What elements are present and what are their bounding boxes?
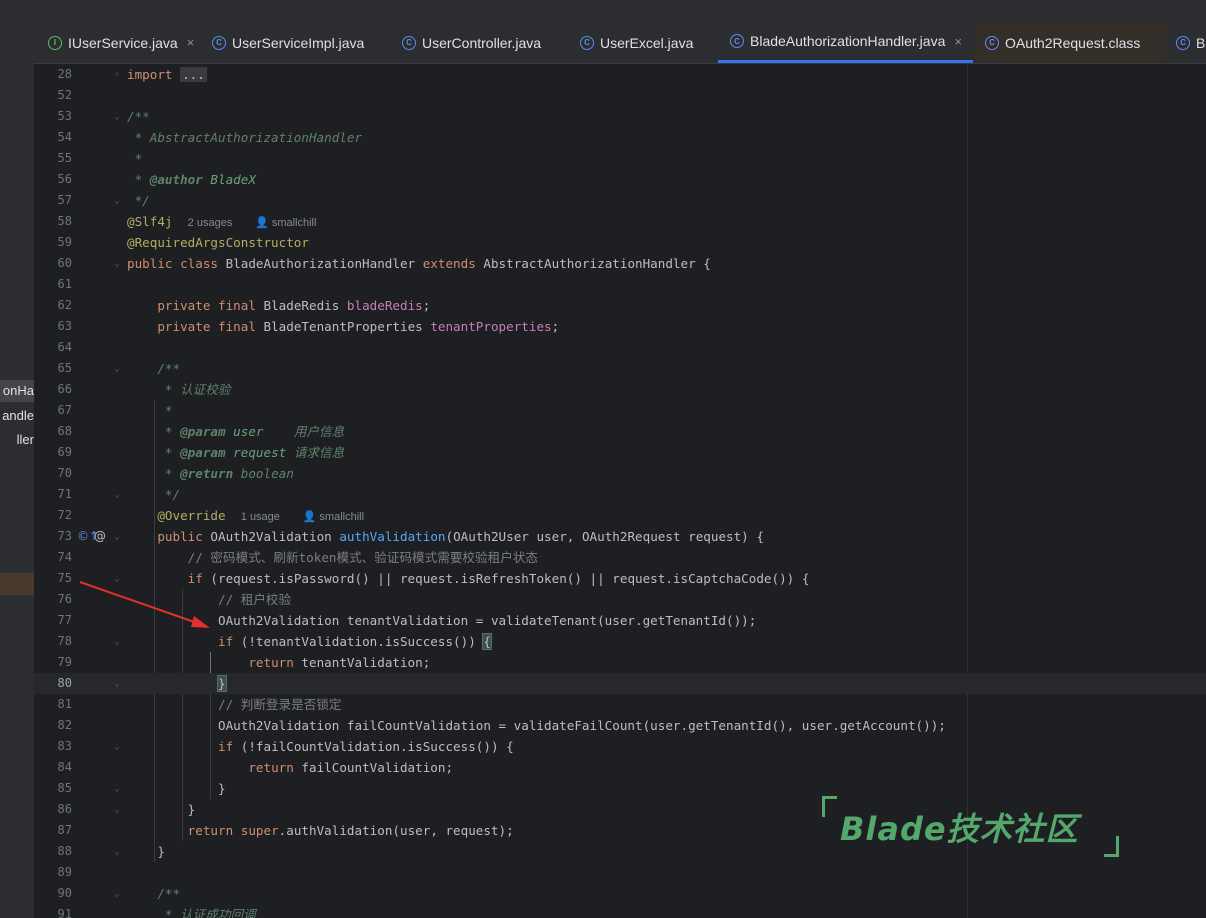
bracket-left — [822, 796, 837, 817]
class-icon: C — [212, 35, 226, 50]
class-icon: C — [580, 35, 594, 50]
class-icon: C — [730, 34, 744, 48]
project-item[interactable]: andle — [0, 405, 34, 427]
project-item-current[interactable] — [0, 573, 34, 595]
tab-oauth2request[interactable]: C OAuth2Request.class — [974, 22, 1166, 63]
class-icon: C — [985, 35, 999, 50]
watermark-logo: Blade技术社区 — [822, 796, 1122, 858]
interface-icon: I — [48, 35, 62, 50]
code-editor[interactable]: 28 › import ... 52 53 ⌄/** 54 * AbstractAuthor… — [34, 64, 1206, 918]
class-icon: C — [402, 35, 416, 50]
project-item[interactable]: onHa — [0, 380, 34, 402]
tab-overflow[interactable]: C B — [1176, 22, 1206, 63]
project-panel[interactable]: onHa andle ller — [0, 22, 34, 918]
tab-userexcel[interactable]: C UserExcel.java — [580, 22, 710, 63]
close-icon[interactable]: × — [954, 34, 962, 49]
red-arrow-annotation — [79, 581, 210, 628]
project-item[interactable]: ller — [0, 429, 34, 451]
tab-iuserservice[interactable]: I IUserService.java × — [48, 22, 206, 63]
bracket-right — [1104, 836, 1119, 857]
title-bar — [0, 0, 1206, 22]
class-icon: C — [1176, 35, 1190, 50]
close-icon[interactable]: × — [187, 35, 195, 50]
tab-bladeauthorizationhandler[interactable]: C BladeAuthorizationHandler.java × — [718, 22, 973, 63]
editor-tab-bar: I IUserService.java × C UserServiceImpl.… — [34, 22, 1206, 64]
tab-usercontroller[interactable]: C UserController.java — [402, 22, 562, 63]
tab-userserviceimpl[interactable]: C UserServiceImpl.java — [212, 22, 384, 63]
